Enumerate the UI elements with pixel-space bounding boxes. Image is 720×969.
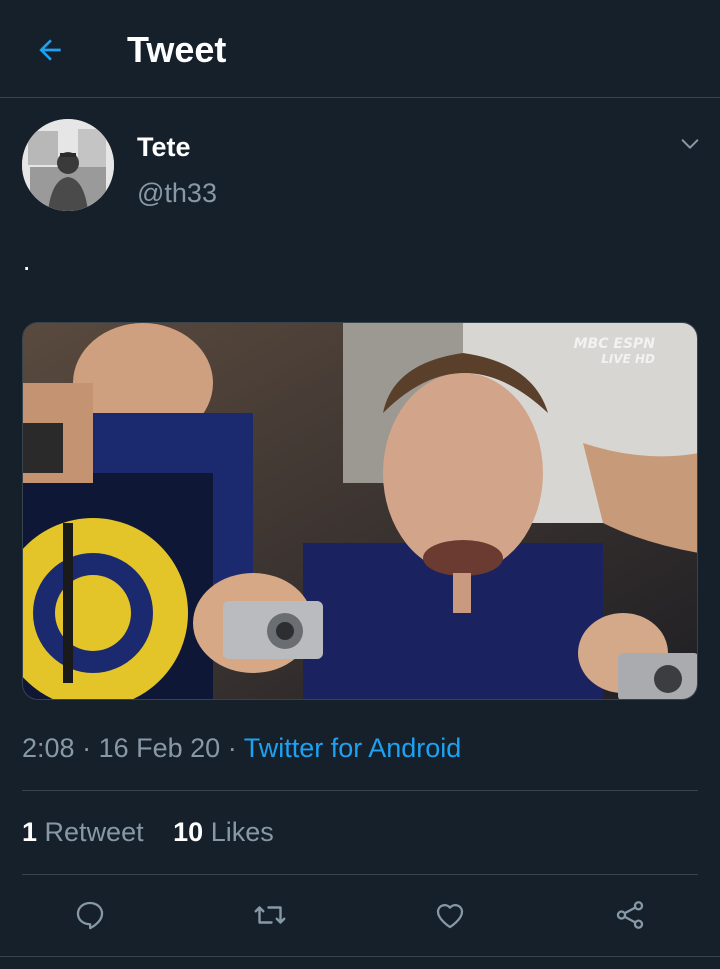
retweet-button[interactable]: [247, 892, 293, 938]
share-icon: [616, 901, 644, 929]
tweet-stats: 1 Retweet 10 Likes: [22, 814, 296, 850]
divider: [22, 790, 698, 791]
reply-button[interactable]: [67, 892, 113, 938]
broadcast-watermark: MBC ESPN LIVE HD: [574, 337, 655, 367]
action-bar: [0, 892, 720, 938]
author-handle[interactable]: @th33: [137, 177, 217, 209]
more-options-button[interactable]: [672, 126, 708, 162]
retweets-label: Retweet: [44, 817, 144, 847]
chevron-down-icon: [681, 139, 699, 149]
retweets-count: 1: [22, 817, 38, 847]
likes-count: 10: [173, 817, 204, 847]
tweet-date: 16 Feb 20: [98, 733, 221, 763]
bottom-divider: [0, 956, 720, 957]
reply-icon: [76, 901, 104, 930]
tweet-text: ·: [22, 251, 32, 282]
divider: [22, 874, 698, 875]
separator-dot: ·: [82, 733, 99, 763]
watermark-live: LIVE HD: [601, 352, 655, 366]
tweet-metadata: 2:08 · 16 Feb 20 · Twitter for Android: [22, 730, 461, 766]
retweet-icon: [254, 906, 286, 924]
likes-label: Likes: [210, 817, 274, 847]
watermark-brand: MBC ESPN: [573, 336, 655, 352]
like-icon: [436, 904, 464, 929]
crying-fan-photo: [23, 323, 697, 699]
share-button[interactable]: [607, 892, 653, 938]
separator-dot: ·: [227, 733, 244, 763]
back-button[interactable]: [28, 28, 72, 72]
avatar-photo: [22, 119, 114, 211]
author-name[interactable]: Tete: [137, 131, 191, 163]
page-title: Tweet: [127, 29, 227, 70]
tweet-source-link[interactable]: Twitter for Android: [244, 733, 462, 763]
tweet-time: 2:08: [22, 733, 75, 763]
likes-stat[interactable]: 10 Likes: [173, 817, 274, 847]
tweet-media-image[interactable]: MBC ESPN LIVE HD: [22, 322, 698, 700]
like-button[interactable]: [427, 892, 473, 938]
avatar[interactable]: [22, 119, 114, 211]
retweets-stat[interactable]: 1 Retweet: [22, 817, 144, 847]
arrow-left-icon: [39, 39, 61, 61]
top-bar: Tweet: [0, 0, 720, 98]
